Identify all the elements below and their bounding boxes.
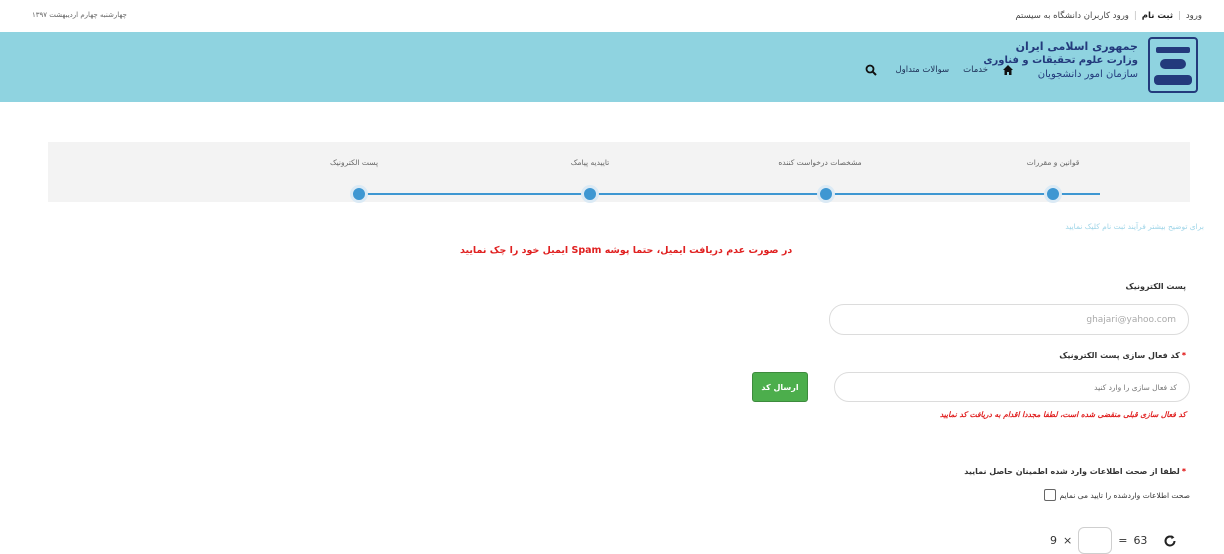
org-line-1: جمهوری اسلامی ایران bbox=[1015, 40, 1138, 53]
step-label-email: پست الکترونیک bbox=[329, 158, 379, 167]
captcha: 9 × = 63 bbox=[1050, 527, 1177, 554]
step-label-sms: تاییدیه پیامک bbox=[570, 158, 610, 167]
registration-help-link[interactable]: برای توضیح بیشتر فرآیند ثبت نام کلیک نما… bbox=[1065, 222, 1204, 231]
captcha-input[interactable] bbox=[1078, 527, 1113, 554]
site-header: جمهوری اسلامی ایران وزارت علوم تحقیقات و… bbox=[0, 32, 1224, 102]
activation-code-input[interactable] bbox=[834, 372, 1190, 402]
university-login-link[interactable]: ورود کاربران دانشگاه به سیستم bbox=[1015, 11, 1129, 21]
code-expired-warning: کد فعال سازی قبلی منقضی شده است، لطفا مج… bbox=[939, 410, 1186, 419]
step-dot-email bbox=[350, 185, 368, 203]
nav-faq[interactable]: سوالات متداول bbox=[895, 65, 949, 75]
nav-services[interactable]: خدمات bbox=[963, 65, 988, 75]
spam-warning: در صورت عدم دریافت ایمیل، حتما پوشه Spam… bbox=[460, 245, 793, 256]
registration-stepper: قوانین و مقررات مشخصات درخواست کننده تای… bbox=[48, 142, 1190, 203]
confirm-label-text: لطفا از صحت اطلاعات وارد شده اطمینان حاص… bbox=[964, 467, 1180, 476]
login-link[interactable]: ورود bbox=[1186, 11, 1202, 21]
main-nav: خدمات سوالات متداول bbox=[865, 64, 1014, 76]
send-code-button[interactable]: ارسال کد bbox=[752, 372, 808, 402]
captcha-operator: × bbox=[1063, 534, 1073, 547]
logo-stroke bbox=[1160, 59, 1186, 69]
captcha-result: 63 bbox=[1133, 534, 1148, 547]
organization-logo[interactable] bbox=[1148, 37, 1198, 93]
activation-code-label: *کد فعال سازی پست الکترونیک bbox=[1059, 351, 1186, 360]
step-dot-sms bbox=[581, 185, 599, 203]
divider: | bbox=[1133, 11, 1137, 21]
divider: | bbox=[1178, 11, 1181, 21]
step-label-applicant: مشخصات درخواست کننده bbox=[778, 158, 862, 167]
top-strip: چهارشنبه چهارم اردیبهشت ۱۳۹۷ ورود | ثبت نا… bbox=[0, 0, 1224, 32]
email-field[interactable] bbox=[829, 304, 1189, 335]
step-dot-rules bbox=[1044, 185, 1062, 203]
required-mark: * bbox=[1181, 467, 1186, 476]
search-icon[interactable] bbox=[865, 64, 878, 76]
captcha-equals: = bbox=[1118, 534, 1128, 547]
signup-link[interactable]: ثبت نام bbox=[1142, 11, 1173, 21]
logo-stroke bbox=[1154, 75, 1192, 85]
captcha-operand: 9 bbox=[1050, 534, 1057, 547]
required-mark: * bbox=[1181, 351, 1186, 360]
confirm-label: *لطفا از صحت اطلاعات وارد شده اطمینان حا… bbox=[964, 467, 1186, 476]
step-label-rules: قوانین و مقررات bbox=[1026, 158, 1080, 167]
confirm-checkbox[interactable] bbox=[1043, 489, 1056, 501]
stepper-progress-line bbox=[355, 193, 1100, 195]
home-icon[interactable] bbox=[1002, 64, 1014, 76]
current-date: چهارشنبه چهارم اردیبهشت ۱۳۹۷ bbox=[32, 11, 127, 19]
refresh-icon[interactable] bbox=[1163, 534, 1177, 548]
activation-code-label-text: کد فعال سازی پست الکترونیک bbox=[1059, 351, 1180, 360]
confirm-checkbox-text: صحت اطلاعات واردشده را تایید می نمایم bbox=[1059, 490, 1190, 500]
logo-stroke bbox=[1156, 47, 1190, 53]
confirm-checkbox-row: صحت اطلاعات واردشده را تایید می نمایم bbox=[1043, 489, 1190, 501]
top-links: ورود | ثبت نام | ورود کاربران دانشگاه به سیس… bbox=[1015, 11, 1202, 21]
step-dot-applicant bbox=[817, 185, 835, 203]
email-label: پست الکترونیک bbox=[1125, 282, 1186, 291]
